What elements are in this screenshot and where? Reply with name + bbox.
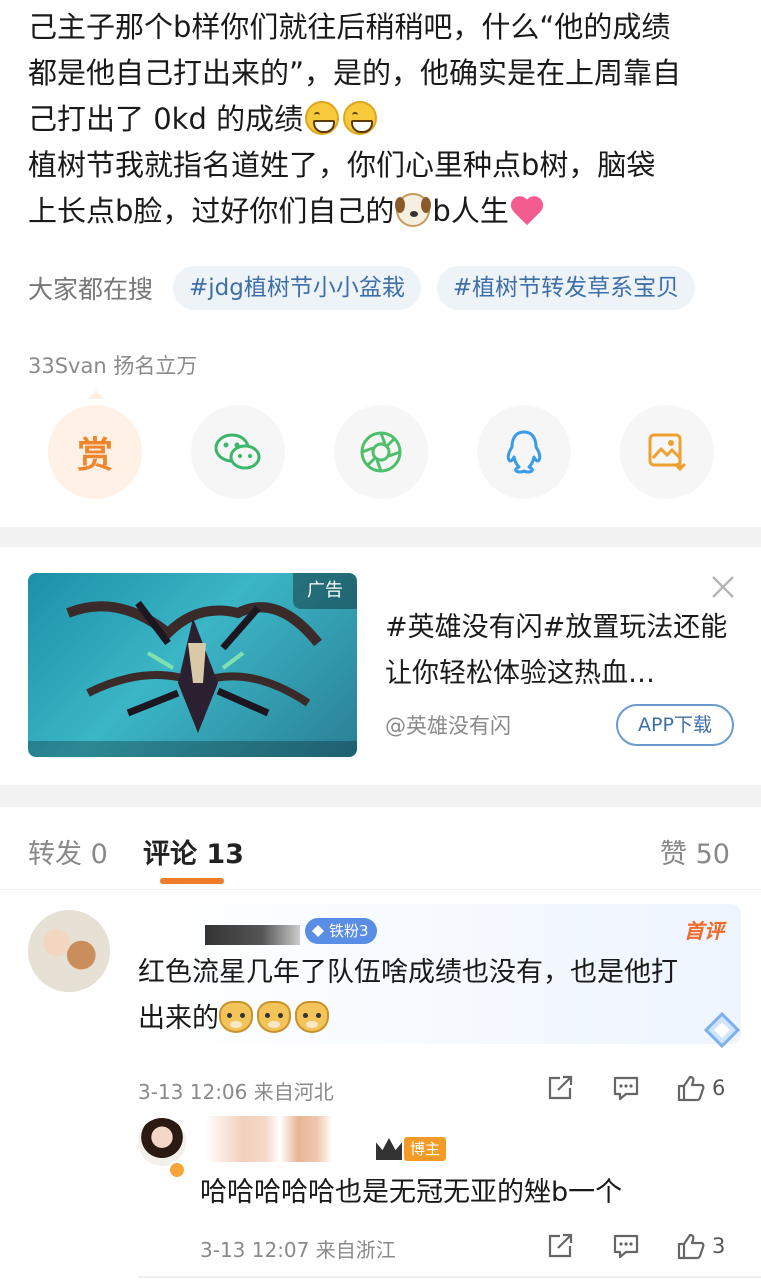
dog-emoji-icon xyxy=(395,193,431,227)
like-count: 3 xyxy=(712,1234,726,1258)
reply-text: 哈哈哈哈哈也是无冠无亚的矬b一个 xyxy=(200,1177,623,1208)
section-divider xyxy=(0,785,761,807)
interaction-tabs: 转发 0 评论 13 赞 50 xyxy=(0,808,761,890)
tab-comments[interactable]: 评论 13 xyxy=(143,832,244,871)
repost-icon[interactable] xyxy=(546,1074,574,1102)
like-count: 6 xyxy=(712,1076,726,1100)
blogger-badge-label: 博主 xyxy=(404,1137,447,1161)
ad-badge: 广告 xyxy=(293,573,357,609)
close-icon[interactable] xyxy=(708,572,738,602)
comment-icon[interactable] xyxy=(612,1232,640,1260)
share-row: 赏 xyxy=(48,405,714,501)
share-qq-button[interactable] xyxy=(477,405,571,499)
tab-repost[interactable]: 转发 0 xyxy=(28,832,108,871)
grin-emoji-icon xyxy=(305,101,340,135)
tab-likes[interactable]: 赞 50 xyxy=(660,832,730,871)
fan-badge-label: 铁粉3 xyxy=(329,922,369,940)
moments-icon xyxy=(360,431,402,473)
doge-emoji-icon xyxy=(295,1001,329,1033)
repost-icon[interactable] xyxy=(546,1232,574,1260)
doge-emoji-icon xyxy=(219,1001,253,1033)
crown-icon xyxy=(376,1138,402,1160)
post-line: 己主子那个b样你们就往后稍稍吧，什么“他的成绩 xyxy=(28,10,671,44)
trending-tag[interactable]: #植树节转发草系宝贝 xyxy=(436,266,696,310)
first-comment-badge: 首评 xyxy=(684,919,724,943)
comment-meta: 3-13 12:07 来自浙江 xyxy=(200,1238,396,1262)
comment-icon[interactable] xyxy=(612,1074,640,1102)
redacted-username xyxy=(205,925,300,945)
post-line: 上长点b脸，过好你们自己的 b人生 xyxy=(28,188,738,234)
thumbs-up-icon xyxy=(677,1233,705,1260)
author-caption: 33Svan 扬名立万 xyxy=(28,354,198,378)
ad-title[interactable]: #英雄没有闪#放置玩法还能让你轻松体验这热血… xyxy=(385,605,735,697)
trending-search-row: 大家都在搜 #jdg植树节小小盆栽 #植树节转发草系宝贝 xyxy=(28,265,711,311)
active-tab-indicator xyxy=(160,878,224,884)
reward-caret xyxy=(87,390,105,399)
diamond-decoration-icon xyxy=(703,1011,741,1049)
comment-text: 红色流星几年了队伍啥成绩也没有，也是他打 出来的 xyxy=(138,950,728,1042)
wechat-icon xyxy=(214,433,261,470)
reward-icon: 赏 xyxy=(76,435,113,476)
app-download-button[interactable]: APP下载 xyxy=(616,704,734,746)
post-line: 植树节我就指名道姓了，你们心里种点b树，脑袋 xyxy=(28,148,656,182)
comment-meta: 3-13 12:06 来自河北 xyxy=(138,1080,334,1104)
share-wechat-button[interactable] xyxy=(191,405,285,499)
verified-badge-icon xyxy=(168,1161,186,1179)
post-line: 都是他自己打出来的”，是的，他确实是在上周靠自 xyxy=(28,56,682,90)
qq-icon xyxy=(506,430,542,474)
post-line: 己打出了 0kd 的成绩 xyxy=(28,96,738,142)
avatar[interactable] xyxy=(28,910,110,992)
section-divider xyxy=(0,527,761,547)
reward-button[interactable]: 赏 xyxy=(48,405,142,499)
grin-emoji-icon xyxy=(343,101,378,135)
ad-source[interactable]: @英雄没有闪 xyxy=(385,710,511,740)
ad-image[interactable]: 广告 xyxy=(28,573,357,757)
comment-line: 红色流星几年了队伍啥成绩也没有，也是他打 xyxy=(138,957,678,988)
fan-badge: 铁粉3 xyxy=(305,918,377,944)
like-action[interactable]: 3 xyxy=(676,1232,725,1260)
avatar[interactable] xyxy=(138,1118,186,1166)
save-image-icon xyxy=(648,433,687,472)
share-moments-button[interactable] xyxy=(334,405,428,499)
post-text: 己主子那个b样你们就往后稍稍吧，什么“他的成绩 都是他自己打出来的”，是的，他确… xyxy=(28,4,738,234)
heart-emoji-icon xyxy=(511,193,545,227)
blogger-badge: 博主 xyxy=(376,1136,447,1162)
save-image-button[interactable] xyxy=(620,405,714,499)
trending-search-label: 大家都在搜 xyxy=(28,275,154,304)
trending-tag[interactable]: #jdg植树节小小盆栽 xyxy=(173,266,421,310)
comment-divider xyxy=(138,1276,761,1278)
diamond-icon xyxy=(312,925,324,937)
redacted-username xyxy=(205,1116,355,1162)
doge-emoji-icon xyxy=(257,1001,291,1033)
comment-line: 出来的 xyxy=(138,996,728,1042)
like-action[interactable]: 6 xyxy=(676,1074,725,1102)
thumbs-up-icon xyxy=(677,1075,705,1102)
